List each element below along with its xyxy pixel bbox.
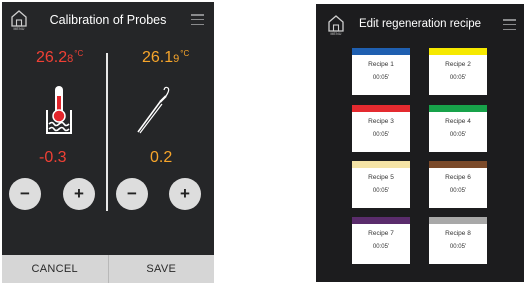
hamburger-menu-icon[interactable] (503, 19, 516, 31)
recipe-color-stripe (352, 48, 410, 55)
left-plus-button[interactable]: + (63, 178, 95, 210)
recipe-time: 00:05' (449, 75, 467, 81)
probe-divider (106, 53, 108, 211)
recipe-name: Recipe 1 (368, 61, 394, 68)
recipe-name: Recipe 2 (445, 61, 471, 68)
right-plus-button[interactable]: + (169, 178, 201, 210)
recipe-color-stripe (352, 161, 410, 168)
recipe-time: 00:05' (449, 244, 467, 250)
page-title: Calibration of Probes (49, 13, 167, 27)
right-temp-digit: 9 (173, 53, 180, 65)
recipe-card[interactable]: Recipe 3 00:05' (352, 105, 410, 152)
left-minus-button[interactable]: − (9, 178, 41, 210)
regeneration-panel: MENU Edit regeneration recipe Recipe 1 00… (316, 4, 524, 282)
left-probe-offset: -0.3 (39, 149, 67, 166)
left-temp-unit: °C (74, 49, 84, 58)
recipe-name: Recipe 6 (445, 174, 471, 181)
left-temp-value: 26.2 (36, 49, 68, 66)
recipe-card[interactable]: Recipe 5 00:05' (352, 161, 410, 208)
recipe-color-stripe (429, 48, 487, 55)
left-temp-digit: 8 (67, 53, 74, 65)
recipe-name: Recipe 8 (445, 230, 471, 237)
recipe-name: Recipe 5 (368, 174, 394, 181)
recipe-time: 00:05' (372, 188, 390, 194)
top-bar: MENU Edit regeneration recipe (316, 4, 524, 42)
top-bar: MENU Calibration of Probes (2, 2, 214, 40)
core-probe-icon (137, 86, 170, 134)
right-temp-value: 26.1 (142, 49, 174, 66)
recipe-card[interactable]: Recipe 4 00:05' (429, 105, 487, 152)
recipe-name: Recipe 4 (445, 118, 471, 125)
recipe-card[interactable]: Recipe 1 00:05' (352, 48, 410, 95)
recipe-color-stripe (429, 217, 487, 224)
page-title: Edit regeneration recipe (358, 18, 482, 30)
recipe-time: 00:05' (449, 188, 467, 194)
right-probe-temperature: 26.19°C (142, 49, 189, 67)
recipe-card[interactable]: Recipe 8 00:05' (429, 217, 487, 264)
left-probe-temperature: 26.28°C (36, 49, 83, 67)
recipe-color-stripe (352, 217, 410, 224)
recipe-name: Recipe 3 (368, 118, 394, 125)
recipe-time: 00:05' (372, 132, 390, 138)
action-bar: CANCEL SAVE (2, 255, 214, 283)
thermometer-water-icon (46, 86, 72, 134)
hamburger-menu-icon[interactable] (191, 14, 204, 26)
recipe-color-stripe (352, 105, 410, 112)
save-button[interactable]: SAVE (109, 255, 215, 283)
recipe-color-stripe (429, 161, 487, 168)
right-minus-button[interactable]: − (116, 178, 148, 210)
cancel-button[interactable]: CANCEL (2, 255, 108, 283)
recipe-card[interactable]: Recipe 2 00:05' (429, 48, 487, 95)
right-probe-offset: 0.2 (150, 149, 173, 166)
recipe-time: 00:05' (449, 132, 467, 138)
recipe-color-stripe (429, 105, 487, 112)
calibration-panel: MENU Calibration of Probes 26.28°C 26.19… (2, 2, 214, 283)
recipe-card[interactable]: Recipe 6 00:05' (429, 161, 487, 208)
right-temp-unit: °C (180, 49, 190, 58)
recipe-name: Recipe 7 (368, 230, 394, 237)
menu-label: MENU (330, 32, 342, 36)
recipe-time: 00:05' (372, 75, 390, 81)
menu-label: MENU (13, 27, 25, 31)
recipe-time: 00:05' (372, 244, 390, 250)
recipe-card[interactable]: Recipe 7 00:05' (352, 217, 410, 264)
